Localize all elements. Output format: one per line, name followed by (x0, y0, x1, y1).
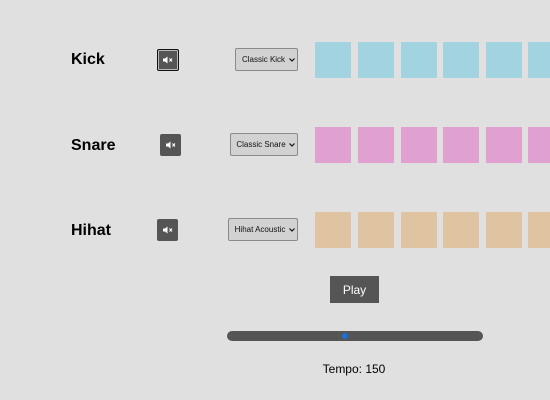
step-snare-5[interactable] (486, 127, 522, 163)
mute-button-hihat[interactable] (157, 219, 178, 241)
mute-button-snare[interactable] (160, 134, 181, 156)
step-hihat-2[interactable] (358, 212, 394, 248)
step-hihat-3[interactable] (401, 212, 437, 248)
tempo-label: Tempo: 150 (322, 362, 386, 376)
step-kick-5[interactable] (486, 42, 522, 78)
track-name-hihat: Hihat (71, 222, 111, 239)
step-snare-6[interactable] (528, 127, 550, 163)
sound-select-snare[interactable]: Classic Snare (230, 133, 298, 156)
tempo-slider-thumb[interactable] (341, 333, 348, 339)
step-hihat-1[interactable] (315, 212, 351, 248)
step-snare-1[interactable] (315, 127, 351, 163)
step-snare-2[interactable] (358, 127, 394, 163)
track-name-snare: Snare (71, 137, 116, 154)
drum-machine: Kick Classic Kick Snare Classic Snare Hi… (0, 0, 550, 400)
step-hihat-4[interactable] (443, 212, 479, 248)
sound-select-kick-value: Classic Kick (241, 55, 286, 64)
step-hihat-5[interactable] (486, 212, 522, 248)
step-kick-6[interactable] (528, 42, 550, 78)
speaker-muted-icon (162, 226, 173, 234)
sound-select-hihat[interactable]: Hihat Acoustic (228, 218, 298, 241)
tempo-slider[interactable] (227, 331, 483, 341)
chevron-down-icon (287, 142, 297, 147)
step-kick-1[interactable] (315, 42, 351, 78)
sound-select-snare-value: Classic Snare (236, 140, 286, 149)
chevron-down-icon (287, 227, 297, 232)
step-kick-3[interactable] (401, 42, 437, 78)
sound-select-hihat-value: Hihat Acoustic (234, 225, 286, 234)
step-kick-4[interactable] (443, 42, 479, 78)
step-hihat-6[interactable] (528, 212, 550, 248)
speaker-muted-icon (163, 56, 173, 64)
step-kick-2[interactable] (358, 42, 394, 78)
sound-select-kick[interactable]: Classic Kick (235, 48, 298, 71)
play-button[interactable]: Play (330, 276, 379, 303)
chevron-down-icon (287, 57, 297, 62)
step-snare-4[interactable] (443, 127, 479, 163)
track-name-kick: Kick (71, 51, 105, 68)
speaker-muted-icon (165, 141, 176, 149)
mute-button-kick[interactable] (157, 49, 179, 71)
step-snare-3[interactable] (401, 127, 437, 163)
